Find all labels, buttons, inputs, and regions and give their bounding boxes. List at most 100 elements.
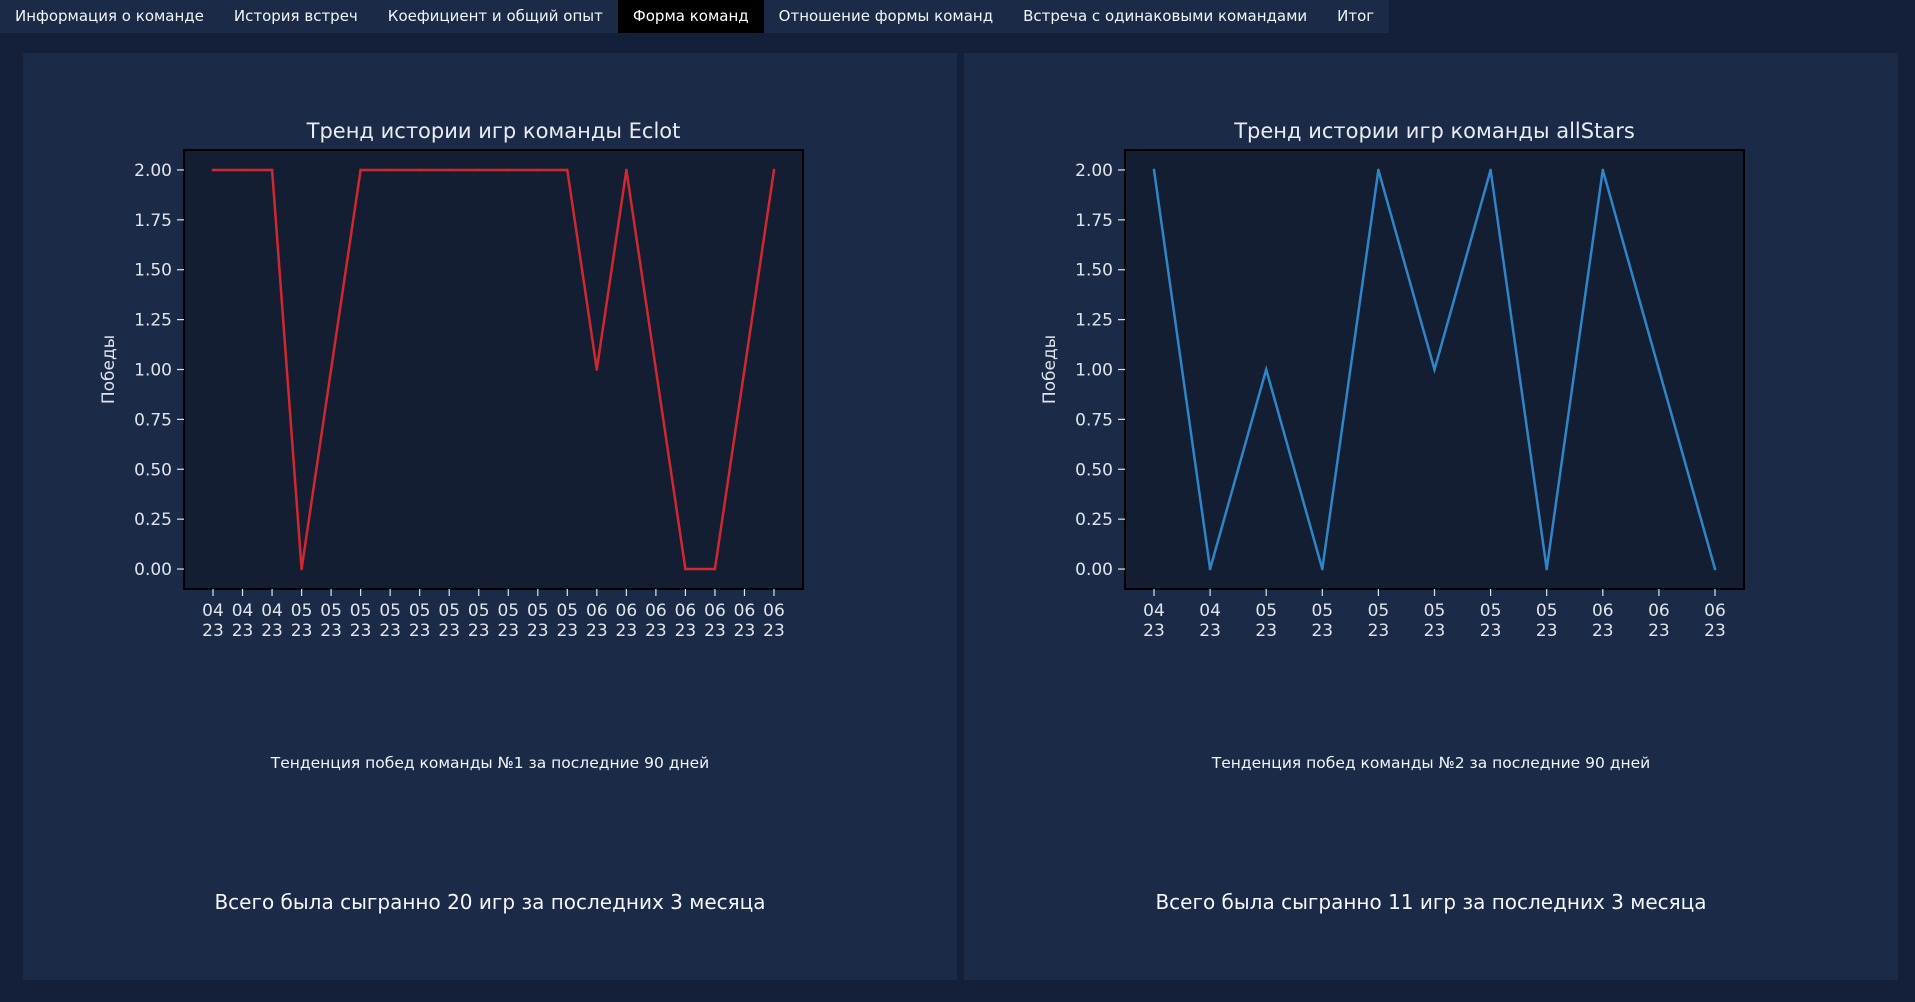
data-point [1657,368,1661,371]
tab-same-opponents[interactable]: Встреча с одинаковыми командами [1008,0,1322,33]
x-tick-label: 06 23 [1592,601,1614,641]
data-point [625,168,628,172]
y-tick-label: 1.25 [1075,311,1113,331]
x-tick-label: 06 23 [704,601,726,641]
y-tick-label: 0.00 [134,560,172,580]
team-2-games-summary: Всего была сыгранно 11 игр за последних … [1155,890,1707,914]
data-point [447,168,451,172]
x-tick-label: 05 23 [1255,601,1277,641]
x-tick-label: 05 23 [556,601,578,641]
x-tick-label: 05 23 [1424,601,1446,641]
chart-title: Тренд истории игр команды allStars [1233,119,1635,143]
data-point [1152,168,1156,172]
team-2-trend-chart: Тренд истории игр команды allStars Победы… [1040,119,1745,641]
data-point [1208,567,1212,571]
x-tick-label: 05 23 [468,601,490,641]
data-point [654,368,658,371]
x-tick-label: 05 23 [320,601,342,641]
data-point [329,368,333,371]
x-tick-label: 05 23 [379,601,401,641]
data-point [1264,368,1268,371]
x-tick-label: 06 23 [586,601,608,641]
y-tick-label: 0.50 [134,460,172,480]
y-tick-label: 0.25 [1075,510,1113,530]
x-tick-label: 05 23 [497,601,519,641]
y-tick-label: 1.50 [134,261,172,281]
data-point [1601,168,1605,172]
data-point [743,368,746,371]
x-tick-label: 06 23 [645,601,667,641]
x-tick-label: 04 23 [202,601,224,641]
tab-match-history[interactable]: История встреч [219,0,373,33]
team-1-caption: Тенденция побед команды №1 за последние … [270,754,710,772]
x-tick-label: 04 23 [232,601,254,641]
team-2-caption: Тенденция побед команды №2 за последние … [1211,754,1651,772]
data-point [772,168,776,172]
x-tick-label: 05 23 [1311,601,1333,641]
data-point [1321,567,1324,571]
data-point [1489,168,1492,172]
team-1-panel: Тренд истории игр команды Eclot Победы 0.0… [23,53,957,980]
y-tick-label: 0.00 [1075,560,1113,580]
x-tick-label: 04 23 [261,601,283,641]
y-tick-label: 1.75 [1075,211,1113,231]
data-point [359,168,362,172]
x-tick-label: 04 23 [1199,601,1221,641]
data-point [477,168,481,172]
x-tick-label: 06 23 [734,601,756,641]
x-tick-label: 05 23 [438,601,460,641]
y-axis-label: Победы [1040,335,1060,404]
team-1-games-summary: Всего была сыгранно 20 игр за последних … [214,890,766,914]
tab-form-ratio[interactable]: Отношение формы команд [764,0,1008,33]
y-tick-label: 0.75 [134,410,172,430]
data-point [684,567,687,571]
y-tick-label: 1.00 [134,361,172,381]
y-tick-label: 1.00 [1075,361,1113,381]
data-point [595,368,599,371]
data-point [536,168,540,172]
chart-title: Тренд истории игр команды Eclot [306,119,681,143]
data-point [270,168,274,172]
data-point [1377,168,1380,172]
x-tick-label: 05 23 [527,601,549,641]
team-2-panel: Тренд истории игр команды allStars Победы… [964,53,1898,980]
team-1-trend-chart: Тренд истории игр команды Eclot Победы 0.0… [99,119,804,641]
x-tick-label: 06 23 [1648,601,1670,641]
tab-summary[interactable]: Итог [1322,0,1389,33]
plot-area [183,149,804,590]
data-point [418,168,421,172]
y-tick-label: 0.25 [134,510,172,530]
x-tick-label: 06 23 [675,601,697,641]
tab-team-info[interactable]: Информация о команде [0,0,219,33]
y-tick-label: 2.00 [134,161,172,181]
data-point [506,168,510,172]
x-tick-label: 06 23 [763,601,785,641]
data-point [713,567,717,571]
tab-bar: Информация о команде История встреч Коеф… [0,0,1390,33]
x-tick-label: 05 23 [350,601,372,641]
x-tick-label: 05 23 [1536,601,1558,641]
y-tick-label: 0.50 [1075,460,1113,480]
x-tick-label: 04 23 [1143,601,1165,641]
x-tick-label: 05 23 [409,601,431,641]
tab-team-form[interactable]: Форма команд [617,0,764,33]
y-tick-label: 1.50 [1075,261,1113,281]
x-tick-label: 06 23 [616,601,638,641]
x-tick-label: 05 23 [291,601,313,641]
data-point [211,168,215,172]
y-tick-label: 1.25 [134,311,172,331]
data-point [300,567,303,571]
data-point [1433,368,1436,371]
data-point [1545,567,1548,571]
x-tick-label: 05 23 [1480,601,1502,641]
x-tick-label: 05 23 [1368,601,1390,641]
tab-coefficient-experience[interactable]: Коефициент и общий опыт [373,0,618,33]
data-point [388,168,392,172]
y-tick-label: 0.75 [1075,410,1113,430]
y-tick-label: 1.75 [134,211,172,231]
data-point [1713,567,1717,571]
x-tick-label: 06 23 [1704,601,1726,641]
y-tick-label: 2.00 [1075,161,1113,181]
y-axis-label: Победы [99,335,119,404]
data-point [241,168,244,172]
